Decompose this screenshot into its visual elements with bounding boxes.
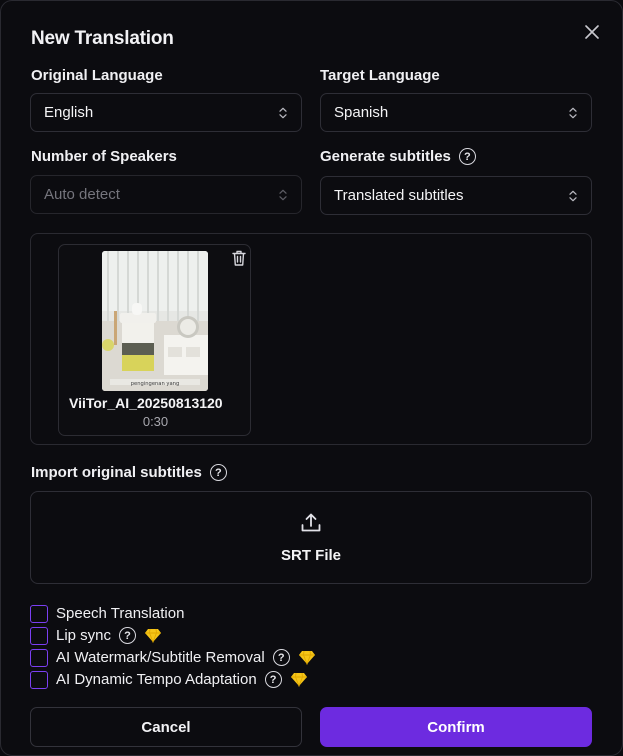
help-icon[interactable]: ? bbox=[209, 464, 227, 481]
media-area: pengingenan yang ViiTor_AI_20250813120 0… bbox=[30, 233, 592, 445]
subtitles-select[interactable]: Translated subtitles bbox=[320, 176, 592, 215]
new-translation-dialog: New Translation Original Language Englis… bbox=[0, 0, 623, 756]
premium-gem-icon bbox=[290, 672, 308, 688]
option-label: Lip sync bbox=[56, 627, 112, 644]
srt-upload-dropzone[interactable]: SRT File bbox=[30, 491, 592, 584]
close-icon[interactable] bbox=[581, 21, 603, 43]
help-icon[interactable]: ? bbox=[272, 649, 290, 666]
video-file-name: ViiTor_AI_20250813120 bbox=[69, 395, 223, 411]
chevron-up-down-icon bbox=[568, 106, 578, 120]
checkbox[interactable] bbox=[30, 670, 48, 689]
checkbox[interactable] bbox=[30, 604, 48, 623]
help-icon[interactable]: ? bbox=[264, 671, 282, 688]
chevron-up-down-icon bbox=[568, 189, 578, 203]
original-language-label: Original Language bbox=[31, 67, 163, 84]
thumbnail-caption: pengingenan yang bbox=[131, 381, 180, 387]
video-duration: 0:30 bbox=[142, 414, 169, 429]
option-label: Speech Translation bbox=[56, 605, 185, 622]
checkbox[interactable] bbox=[30, 626, 48, 645]
video-thumbnail: pengingenan yang bbox=[102, 251, 208, 391]
subtitles-value: Translated subtitles bbox=[334, 187, 464, 204]
subtitles-label: Generate subtitles ? bbox=[320, 148, 476, 165]
option-lip-sync[interactable]: Lip sync ? bbox=[30, 626, 162, 645]
target-language-value: Spanish bbox=[334, 104, 389, 121]
option-label: AI Dynamic Tempo Adaptation bbox=[56, 671, 257, 688]
option-speech-translation[interactable]: Speech Translation bbox=[30, 604, 184, 623]
srt-file-label: SRT File bbox=[280, 547, 341, 564]
speakers-select: Auto detect bbox=[30, 175, 302, 214]
trash-icon[interactable] bbox=[231, 249, 247, 267]
option-watermark-removal[interactable]: AI Watermark/Subtitle Removal ? bbox=[30, 648, 316, 667]
target-language-select[interactable]: Spanish bbox=[320, 93, 592, 132]
confirm-button[interactable]: Confirm bbox=[320, 707, 592, 747]
speakers-value: Auto detect bbox=[44, 186, 120, 203]
chevron-up-down-icon bbox=[278, 188, 288, 202]
premium-gem-icon bbox=[298, 650, 316, 666]
checkbox[interactable] bbox=[30, 648, 48, 667]
original-language-select[interactable]: English bbox=[30, 93, 302, 132]
video-card[interactable]: pengingenan yang ViiTor_AI_20250813120 0… bbox=[58, 244, 251, 436]
import-subtitles-label: Import original subtitles ? bbox=[31, 464, 227, 481]
chevron-up-down-icon bbox=[278, 106, 288, 120]
help-icon[interactable]: ? bbox=[119, 627, 137, 644]
dialog-title: New Translation bbox=[31, 28, 174, 49]
target-language-label: Target Language bbox=[320, 67, 440, 84]
help-icon[interactable]: ? bbox=[458, 148, 476, 165]
premium-gem-icon bbox=[144, 628, 162, 644]
upload-icon bbox=[299, 511, 323, 535]
option-label: AI Watermark/Subtitle Removal bbox=[56, 649, 265, 666]
option-dynamic-tempo[interactable]: AI Dynamic Tempo Adaptation ? bbox=[30, 670, 308, 689]
cancel-button[interactable]: Cancel bbox=[30, 707, 302, 747]
speakers-label: Number of Speakers bbox=[31, 148, 177, 165]
original-language-value: English bbox=[44, 104, 94, 121]
